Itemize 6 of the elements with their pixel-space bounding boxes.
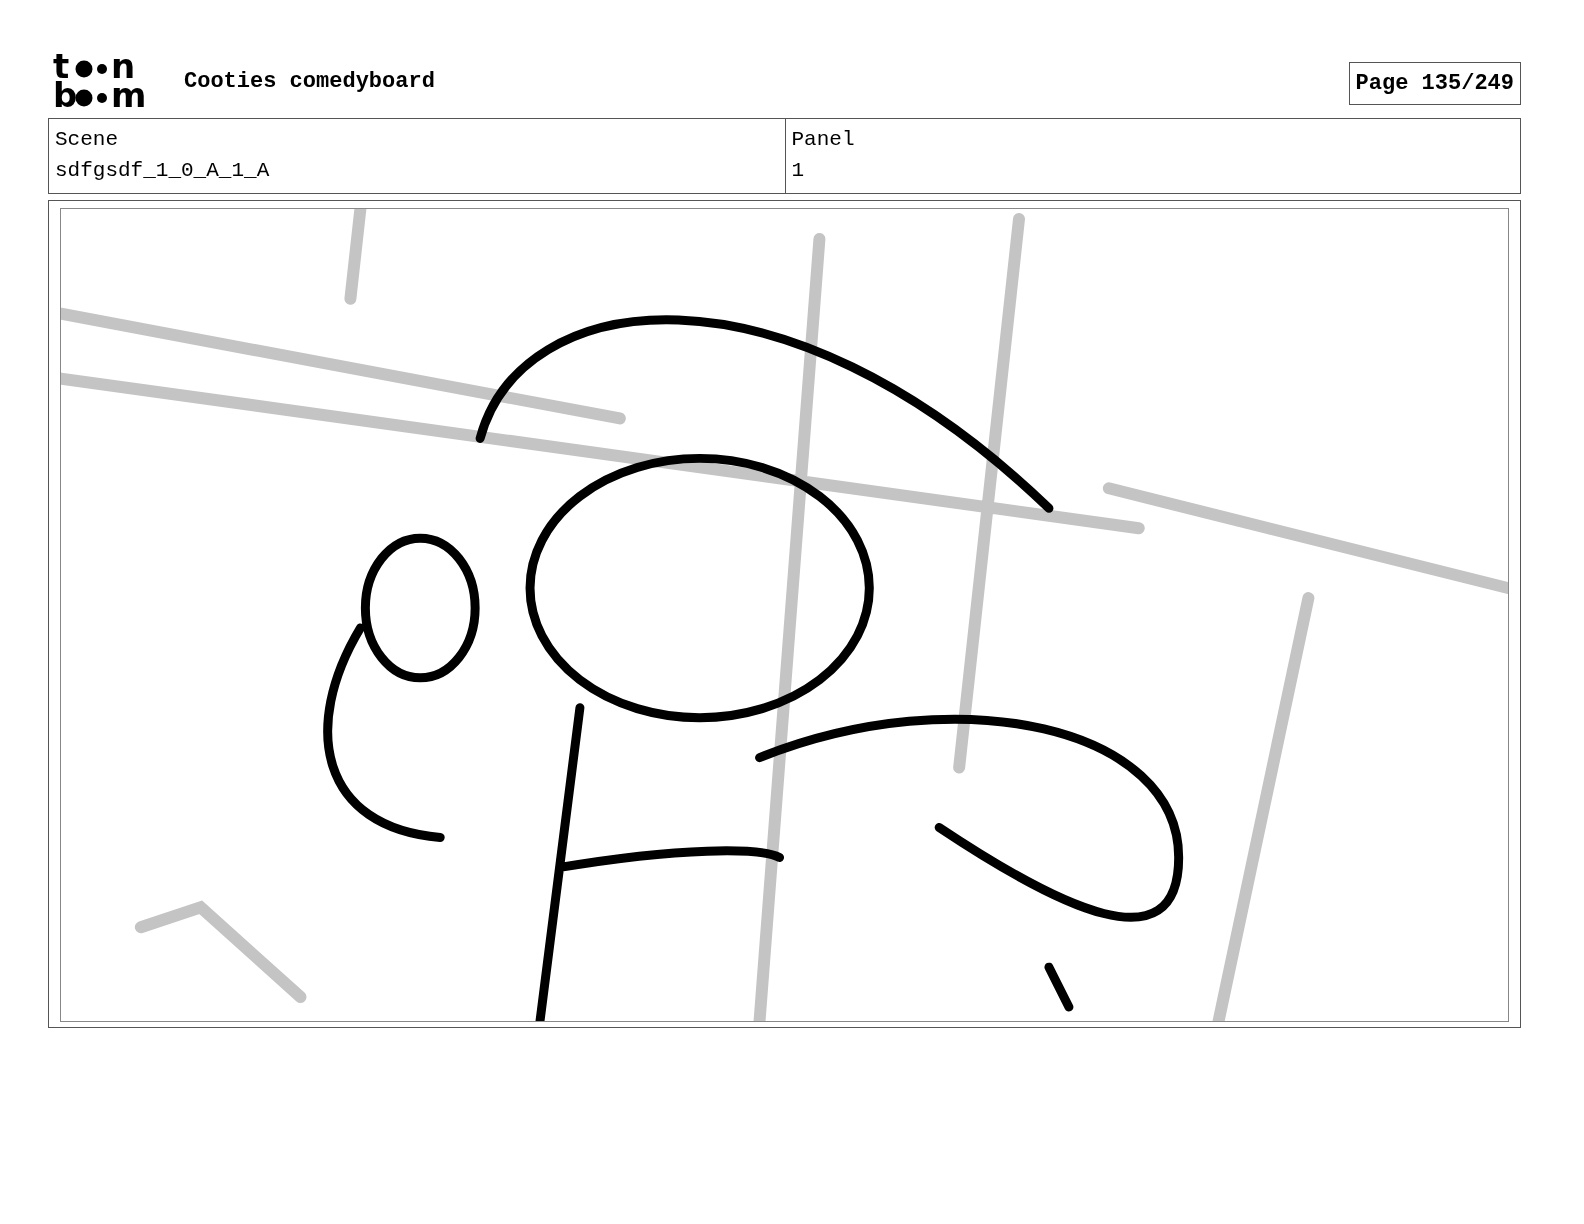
field-label: Panel: [791, 127, 856, 153]
field-value: 1: [791, 158, 806, 184]
field-value: sdfgsdf_1_0_A_1_A: [55, 158, 271, 184]
field-label: Scene: [55, 127, 119, 153]
board-title: Cooties comedyboard: [184, 68, 435, 94]
page-number: Page 135/249: [1348, 61, 1521, 105]
